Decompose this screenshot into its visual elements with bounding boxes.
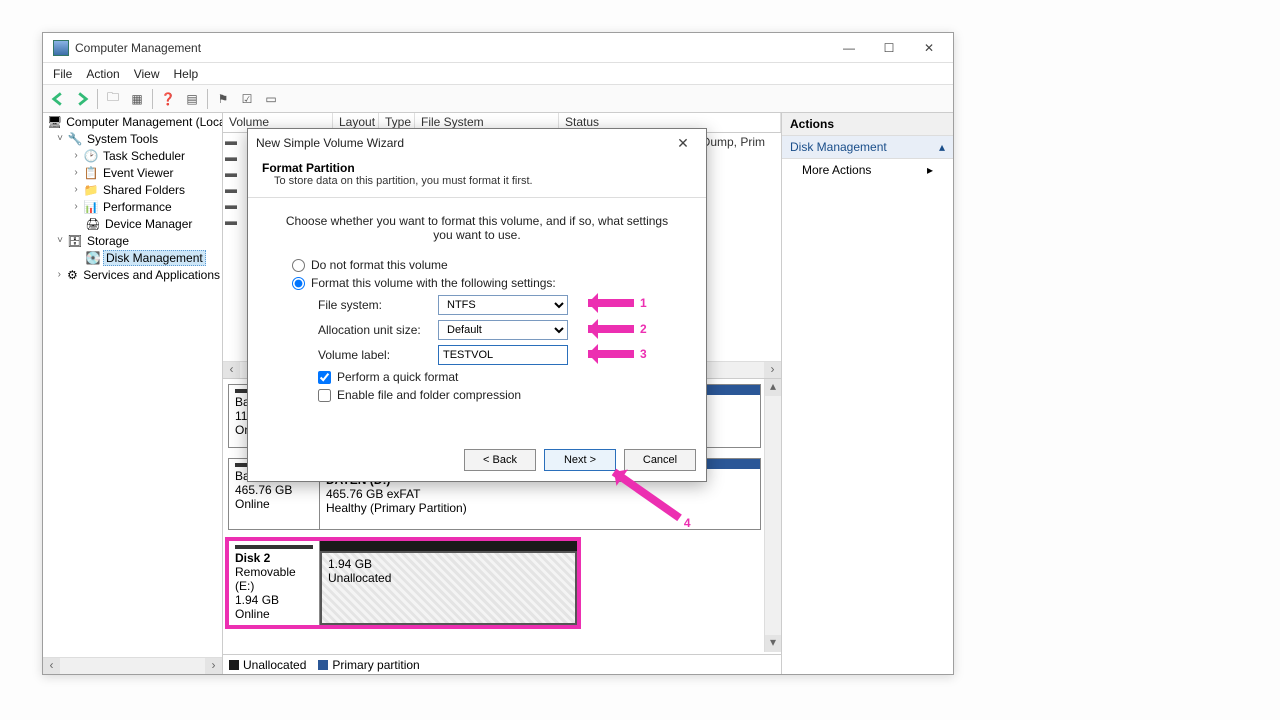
wizard-heading: Format Partition bbox=[262, 161, 692, 175]
wizard-subheading: To store data on this partition, you mus… bbox=[262, 175, 692, 187]
checkbox-quick-format[interactable]: Perform a quick format bbox=[318, 370, 676, 384]
annotation-2: 2 bbox=[588, 322, 647, 336]
expander[interactable]: ˅ bbox=[55, 235, 65, 246]
input-volume-label[interactable] bbox=[438, 345, 568, 365]
legend-primary: Primary partition bbox=[332, 658, 419, 672]
disk-2-un-label: Unallocated bbox=[328, 571, 569, 585]
tools-icon: 🔧 bbox=[67, 131, 83, 147]
disk-2-size: 1.94 GB bbox=[235, 593, 313, 607]
disk-1-part-health: Healthy (Primary Partition) bbox=[326, 501, 754, 515]
disk-2-row[interactable]: Disk 2 Removable (E:) 1.94 GB Online 1.9… bbox=[228, 540, 578, 626]
menu-file[interactable]: File bbox=[53, 67, 72, 81]
radio-no-format[interactable]: Do not format this volume bbox=[292, 258, 676, 272]
label-filesystem: File system: bbox=[318, 298, 438, 312]
actions-pane: Actions Disk Management▴ More Actions▸ bbox=[781, 113, 953, 674]
menu-help[interactable]: Help bbox=[174, 67, 199, 81]
annotation-1: 1 bbox=[588, 296, 647, 310]
menu-view[interactable]: View bbox=[134, 67, 160, 81]
cancel-button[interactable]: Cancel bbox=[624, 449, 696, 471]
back-button[interactable] bbox=[47, 88, 69, 110]
up-button[interactable]: 🗀 bbox=[102, 88, 124, 110]
maximize-button[interactable]: ☐ bbox=[869, 34, 909, 62]
tree-event-viewer[interactable]: Event Viewer bbox=[101, 166, 175, 180]
tree-root[interactable]: Computer Management (Local bbox=[64, 115, 223, 129]
disk-2-un-size: 1.94 GB bbox=[328, 557, 569, 571]
menu-action[interactable]: Action bbox=[86, 67, 119, 81]
services-icon: ⚙ bbox=[66, 267, 80, 283]
tree-device-manager[interactable]: Device Manager bbox=[103, 217, 194, 231]
close-button[interactable]: ✕ bbox=[909, 34, 949, 62]
legend: Unallocated Primary partition bbox=[223, 654, 781, 674]
toolbar: 🗀 ▦ ❓ ▤ ⚑ ☑ ▭ bbox=[43, 85, 953, 113]
select-filesystem[interactable]: NTFS bbox=[438, 295, 568, 315]
storage-icon: 🗄 bbox=[67, 233, 83, 249]
expander[interactable]: › bbox=[71, 150, 81, 161]
disk-2-name: Disk 2 bbox=[235, 551, 313, 565]
back-button[interactable]: < Back bbox=[464, 449, 536, 471]
label-allocation: Allocation unit size: bbox=[318, 323, 438, 337]
tree-shared-folders[interactable]: Shared Folders bbox=[101, 183, 187, 197]
disk-1-size: 465.76 GB bbox=[235, 483, 313, 497]
wizard-prompt: Choose whether you want to format this v… bbox=[278, 214, 676, 242]
chevron-right-icon: ▸ bbox=[927, 163, 933, 177]
tree-disk-management[interactable]: Disk Management bbox=[103, 250, 206, 266]
annotation-3: 3 bbox=[588, 347, 647, 361]
expander[interactable]: › bbox=[71, 167, 81, 178]
actions-section[interactable]: Disk Management▴ bbox=[782, 136, 953, 159]
disk-1-part-size: 465.76 GB exFAT bbox=[326, 487, 754, 501]
disk-2-status: Online bbox=[235, 607, 313, 621]
label-volume-label: Volume label: bbox=[318, 348, 438, 362]
menubar: File Action View Help bbox=[43, 63, 953, 85]
disk-vscroll[interactable]: ▴▾ bbox=[764, 379, 781, 652]
wizard-title: New Simple Volume Wizard bbox=[256, 136, 668, 150]
select-allocation[interactable]: Default bbox=[438, 320, 568, 340]
actions-more[interactable]: More Actions▸ bbox=[782, 159, 953, 181]
device-icon: 🖨 bbox=[85, 216, 101, 232]
collapse-icon: ▴ bbox=[939, 140, 945, 154]
tree-storage[interactable]: Storage bbox=[85, 234, 131, 248]
disk-icon: 💽 bbox=[85, 250, 101, 266]
refresh-button[interactable]: ▤ bbox=[181, 88, 203, 110]
tree-system-tools[interactable]: System Tools bbox=[85, 132, 160, 146]
eventviewer-icon: 📋 bbox=[83, 165, 99, 181]
computer-icon: 🖥 bbox=[47, 114, 62, 130]
nav-tree: 🖥Computer Management (Local ˅🔧System Too… bbox=[43, 113, 223, 674]
view-button[interactable]: ☑ bbox=[236, 88, 258, 110]
settings-button[interactable]: ⚑ bbox=[212, 88, 234, 110]
tree-services[interactable]: Services and Applications bbox=[81, 268, 222, 282]
disk-2-type: Removable (E:) bbox=[235, 565, 313, 593]
wizard-close-button[interactable]: ✕ bbox=[668, 135, 698, 152]
titlebar: Computer Management — ☐ ✕ bbox=[43, 33, 953, 63]
actions-header: Actions bbox=[782, 113, 953, 136]
expander[interactable]: › bbox=[71, 184, 81, 195]
list-button[interactable]: ▭ bbox=[260, 88, 282, 110]
expander[interactable]: ˅ bbox=[55, 133, 65, 144]
expander[interactable]: › bbox=[71, 201, 81, 212]
tree-performance[interactable]: Performance bbox=[101, 200, 174, 214]
expander[interactable]: › bbox=[55, 269, 64, 280]
forward-button[interactable] bbox=[71, 88, 93, 110]
disk-1-status: Online bbox=[235, 497, 313, 511]
window-title: Computer Management bbox=[75, 41, 829, 55]
checkbox-compression[interactable]: Enable file and folder compression bbox=[318, 388, 676, 402]
minimize-button[interactable]: — bbox=[829, 34, 869, 62]
performance-icon: 📊 bbox=[83, 199, 99, 215]
folder-icon: 📁 bbox=[83, 182, 99, 198]
help-button[interactable]: ❓ bbox=[157, 88, 179, 110]
scheduler-icon: 🕑 bbox=[83, 148, 99, 164]
tree-task-scheduler[interactable]: Task Scheduler bbox=[101, 149, 187, 163]
legend-unalloc: Unallocated bbox=[243, 658, 306, 672]
radio-format[interactable]: Format this volume with the following se… bbox=[292, 276, 676, 290]
tree-hscroll[interactable]: ‹› bbox=[43, 657, 222, 674]
properties-button[interactable]: ▦ bbox=[126, 88, 148, 110]
app-icon bbox=[53, 40, 69, 56]
